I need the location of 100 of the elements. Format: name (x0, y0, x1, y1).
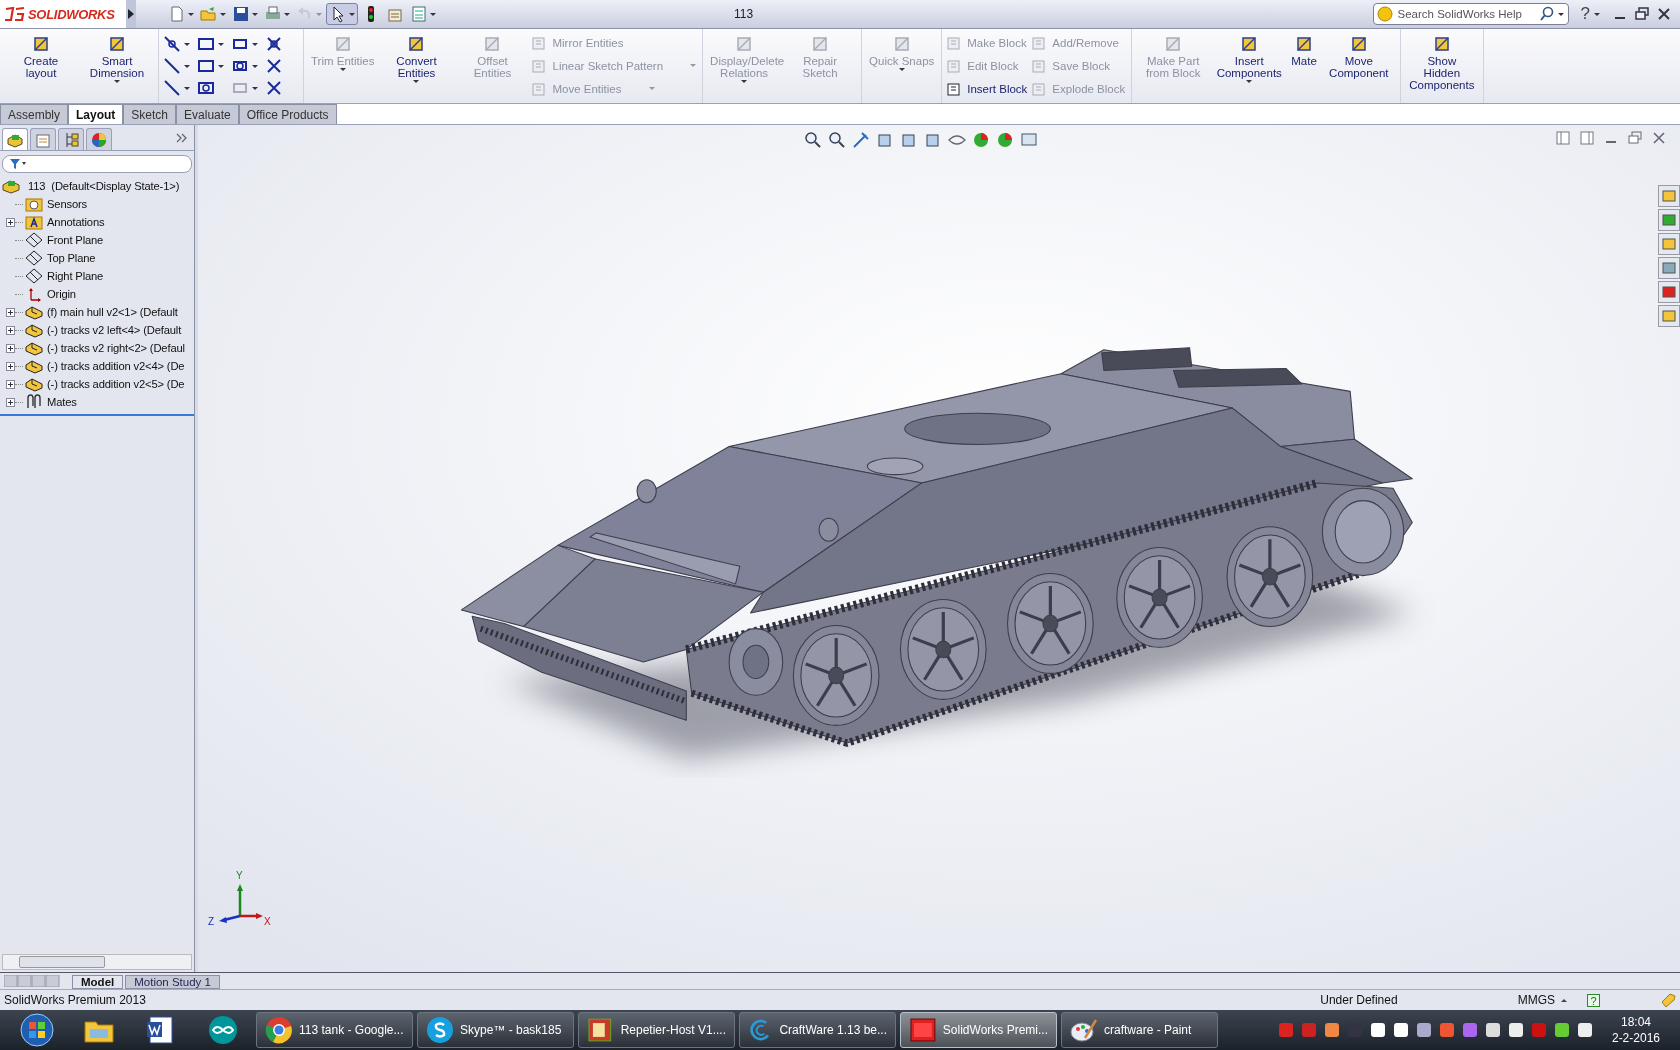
taskbar-button[interactable]: Repetier-Host V1.... (578, 1012, 735, 1048)
restore-icon[interactable] (1634, 6, 1650, 22)
expand-icon[interactable] (6, 343, 15, 353)
tree-item[interactable]: Top Plane (0, 249, 194, 267)
properties-panel-tab[interactable] (30, 128, 56, 150)
tree-item[interactable]: Annotations (0, 213, 194, 231)
tree-item[interactable]: Sensors (0, 195, 194, 213)
command-tab[interactable]: Assembly (0, 104, 68, 124)
annotation-folder-icon (25, 214, 43, 230)
tree-panel-tab[interactable] (2, 128, 28, 150)
tray-icon[interactable] (1368, 1021, 1387, 1039)
horizontal-scrollbar[interactable] (2, 954, 192, 970)
help-button[interactable]: ? (1587, 993, 1600, 1007)
tree-item[interactable]: 113 (Default<Display State-1>) (0, 177, 194, 195)
tree-item[interactable]: (-) tracks addition v2<4> (De (0, 357, 194, 375)
tray-icon[interactable] (1483, 1021, 1502, 1039)
select-tool-button[interactable] (326, 3, 358, 25)
task-pane-tab[interactable] (1658, 305, 1680, 327)
tray-icon[interactable] (1391, 1021, 1410, 1039)
view-tool-icon[interactable] (876, 131, 894, 149)
sketch-tool-icon (197, 35, 215, 53)
taskbar-button[interactable]: SolidWorks Premi... (900, 1012, 1057, 1048)
caret-icon (648, 87, 655, 91)
ribbon-button[interactable]: Create layout (4, 32, 78, 100)
tray-icon[interactable] (1414, 1021, 1433, 1039)
appearance-icon[interactable] (996, 131, 1014, 149)
zoom-icon[interactable] (804, 131, 822, 149)
view-tool-icon[interactable] (852, 131, 870, 149)
plane-icon (25, 250, 43, 266)
tile-icon[interactable] (1580, 131, 1594, 145)
tool-icon (1031, 35, 1048, 52)
infinity-icon[interactable] (206, 1013, 240, 1047)
tree-item[interactable]: Front Plane (0, 231, 194, 249)
tree-item[interactable]: (f) main hull v2<1> (Default (0, 303, 194, 321)
close-icon[interactable] (1656, 6, 1672, 22)
tray-icon[interactable] (1575, 1021, 1594, 1039)
help-button[interactable]: ? (1580, 4, 1590, 24)
tree-item[interactable]: (-) tracks v2 right<2> (Defaul (0, 339, 194, 357)
expand-icon[interactable] (6, 397, 15, 407)
tree-item[interactable]: Origin (0, 285, 194, 303)
taskbar-button[interactable]: CraftWare 1.13 be... (739, 1012, 896, 1048)
paperclip-icon (25, 394, 43, 410)
ribbon-button[interactable]: Insert Components (1212, 32, 1287, 100)
app-icon (265, 1016, 293, 1044)
caret-icon (114, 80, 120, 83)
ribbon-button[interactable]: Mate (1288, 32, 1320, 100)
expand-icon[interactable] (6, 361, 15, 371)
ribbon-button[interactable]: Move Component (1321, 32, 1396, 100)
display-panel-tab[interactable] (86, 128, 112, 150)
tool-icon (107, 34, 127, 54)
units-button[interactable]: MMGS (1517, 993, 1555, 1007)
ribbon-button[interactable]: Convert Entities (379, 32, 454, 100)
expand-icon[interactable] (6, 307, 15, 317)
tag-icon[interactable] (1660, 992, 1676, 1008)
view-tool-icon[interactable] (900, 131, 918, 149)
zoom-icon[interactable] (828, 131, 846, 149)
tile-icon[interactable] (1556, 131, 1570, 145)
sketch-tool-icon (163, 57, 181, 75)
task-pane-tab[interactable] (1658, 281, 1680, 303)
tree-item[interactable]: Right Plane (0, 267, 194, 285)
ribbon-button[interactable]: Insert Block (946, 78, 1030, 100)
tool-icon (1294, 34, 1314, 54)
taskbar-button[interactable]: 113 tank - Google... (256, 1012, 413, 1048)
view-tool-icon[interactable] (1020, 131, 1038, 149)
sketch-tool-icon (265, 57, 283, 75)
command-tab[interactable]: Office Products (238, 104, 337, 124)
task-pane-tab[interactable] (1658, 185, 1680, 207)
filter-field[interactable] (2, 155, 192, 173)
tree-item[interactable]: (-) tracks v2 left<4> (Default (0, 321, 194, 339)
caret-icon (218, 42, 224, 46)
appearance-icon[interactable] (972, 131, 990, 149)
menu-expand-icon[interactable] (128, 9, 134, 19)
search-field[interactable]: Search SolidWorks Help (1372, 3, 1569, 25)
expand-icon[interactable] (6, 217, 15, 227)
document-tab[interactable]: Model (72, 975, 124, 989)
caret-icon (1594, 12, 1600, 16)
taskbar-button[interactable]: craftware - Paint (1061, 1012, 1218, 1048)
ribbon-button[interactable]: Show Hidden Components (1404, 32, 1479, 100)
task-pane-tab[interactable] (1658, 233, 1680, 255)
tree-item[interactable]: (-) tracks addition v2<5> (De (0, 375, 194, 393)
expand-icon[interactable] (6, 325, 15, 335)
task-pane-tab[interactable] (1658, 209, 1680, 231)
config-panel-tab[interactable] (58, 128, 84, 150)
app-logo[interactable]: SOLIDWORKS (0, 0, 126, 28)
command-tab[interactable]: Layout (68, 104, 124, 124)
caret-icon (252, 86, 258, 90)
document-tab[interactable]: Motion Study 1 (125, 975, 220, 989)
view-tool-icon[interactable] (924, 131, 942, 149)
tray-icon[interactable] (1552, 1021, 1571, 1039)
taskbar-button[interactable]: Skype™ - bask185 (417, 1012, 574, 1048)
command-tab[interactable]: Evaluate (176, 104, 239, 124)
close-icon[interactable] (1652, 131, 1666, 145)
command-tab[interactable]: Sketch (123, 104, 177, 124)
expand-icon[interactable] (6, 379, 15, 389)
task-pane-tab[interactable] (1658, 257, 1680, 279)
clock[interactable]: 18:04 2-2-2016 (1611, 1014, 1660, 1046)
tree-item[interactable]: Mates (0, 393, 194, 411)
ribbon-button[interactable]: Smart Dimension (80, 32, 154, 100)
tray-icon[interactable] (1506, 1021, 1525, 1039)
start-button[interactable] (20, 1013, 54, 1047)
